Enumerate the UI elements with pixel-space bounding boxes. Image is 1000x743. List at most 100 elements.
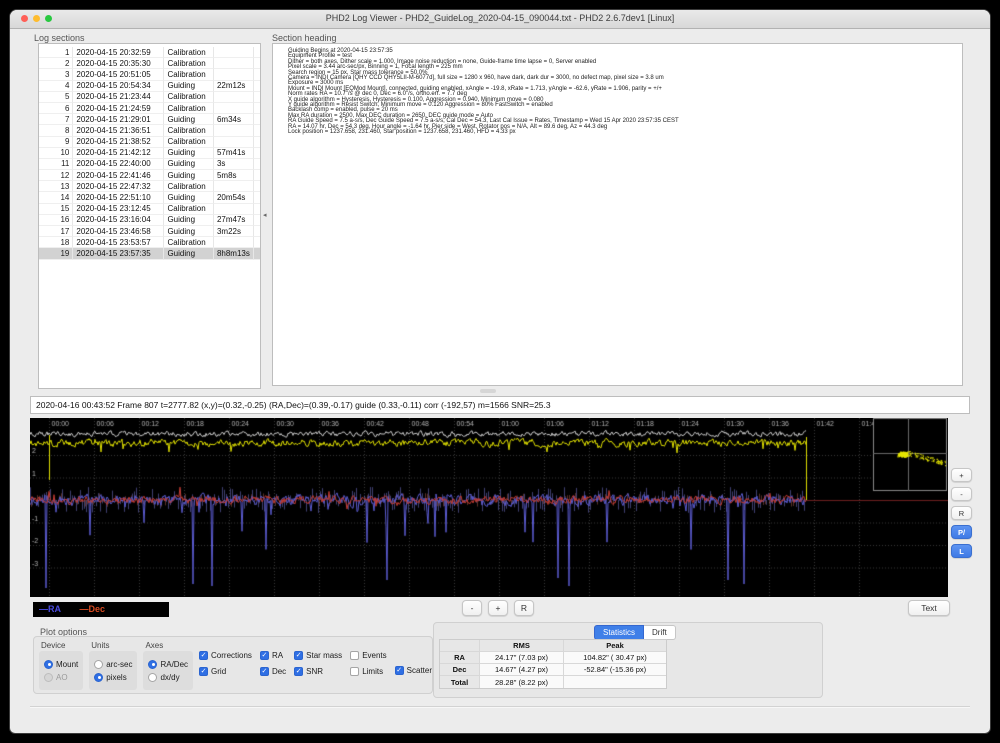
plot-options-checks: ✓Corrections✓Grid✓RA✓Dec✓Star mass✓SNREv… xyxy=(199,640,432,690)
checkbox-grid[interactable]: ✓Grid xyxy=(199,667,252,676)
checkbox-label: RA xyxy=(272,651,283,660)
log-cell-index: 18 xyxy=(39,237,73,248)
log-sections-table-body: 12020-04-15 20:32:59Calibration22020-04-… xyxy=(39,44,260,260)
log-section-row[interactable]: 72020-04-15 21:29:01Guiding6m34s xyxy=(39,114,260,125)
minimize-button[interactable] xyxy=(33,15,40,22)
log-section-row[interactable]: 62020-04-15 21:24:59Calibration xyxy=(39,103,260,114)
radio-arc-sec[interactable]: arc-sec xyxy=(94,660,132,669)
radio-icon xyxy=(94,660,103,669)
log-cell-datetime: 2020-04-15 23:46:58 xyxy=(73,226,164,237)
checkbox-star-mass[interactable]: ✓Star mass xyxy=(294,651,342,660)
vertical-zoom-in-button[interactable]: + xyxy=(951,468,972,482)
log-cell-filler xyxy=(254,137,260,148)
checkbox-scatter[interactable]: ✓Scatter xyxy=(395,666,432,675)
log-cell-duration: 20m54s xyxy=(214,192,254,203)
phd2-log-viewer-window: PHD2 Log Viewer - PHD2_GuideLog_2020-04-… xyxy=(10,10,990,733)
log-section-row[interactable]: 42020-04-15 20:54:34Guiding22m12s xyxy=(39,81,260,92)
section-heading-panel[interactable]: Guiding Begins at 2020-04-15 23:57:35Equ… xyxy=(272,43,963,386)
device-group: DeviceMountAO xyxy=(39,640,83,690)
log-section-row[interactable]: 182020-04-15 23:53:57Calibration xyxy=(39,237,260,248)
log-section-row[interactable]: 172020-04-15 23:46:58Guiding3m22s xyxy=(39,226,260,237)
radio-ra-dec[interactable]: RA/Dec xyxy=(148,660,188,669)
log-cell-duration: 57m41s xyxy=(214,148,254,159)
log-cell-duration xyxy=(214,125,254,136)
log-cell-type: Calibration xyxy=(164,69,214,80)
checkbox-limits[interactable]: Limits xyxy=(350,667,386,676)
titlebar[interactable]: PHD2 Log Viewer - PHD2_GuideLog_2020-04-… xyxy=(10,10,990,29)
vertical-reset-button[interactable]: R xyxy=(951,506,972,520)
log-section-row[interactable]: 112020-04-15 22:40:00Guiding3s xyxy=(39,159,260,170)
radio-icon xyxy=(94,673,103,682)
log-cell-filler xyxy=(254,204,260,215)
log-cell-type: Calibration xyxy=(164,237,214,248)
checkbox-snr[interactable]: ✓SNR xyxy=(294,667,342,676)
stats-peak-value: -52.84" (-15.36 px) xyxy=(564,664,666,676)
guide-graph[interactable] xyxy=(30,418,948,597)
horizontal-splitter-handle[interactable] xyxy=(480,389,496,393)
device-group-label: Device xyxy=(41,641,83,650)
log-cell-filler xyxy=(254,215,260,226)
log-section-row[interactable]: 192020-04-15 23:57:35Guiding8h8m13s xyxy=(39,248,260,259)
log-cell-index: 12 xyxy=(39,170,73,181)
log-cell-duration xyxy=(214,204,254,215)
radio-icon xyxy=(148,673,157,682)
checkbox-events[interactable]: Events xyxy=(350,651,386,660)
radio-pixels[interactable]: pixels xyxy=(94,673,132,682)
log-cell-datetime: 2020-04-15 21:23:44 xyxy=(73,92,164,103)
log-cell-datetime: 2020-04-15 21:29:01 xyxy=(73,114,164,125)
log-section-row[interactable]: 52020-04-15 21:23:44Calibration xyxy=(39,92,260,103)
vertical-zoom-out-button[interactable]: - xyxy=(951,487,972,501)
text-view-button[interactable]: Text xyxy=(908,600,950,616)
l-toggle-button[interactable]: L xyxy=(951,544,972,558)
hzoom-reset-button[interactable]: R xyxy=(514,600,534,616)
radio-mount[interactable]: Mount xyxy=(44,660,78,669)
tab-statistics[interactable]: Statistics xyxy=(594,625,644,640)
log-section-row[interactable]: 22020-04-15 20:35:30Calibration xyxy=(39,58,260,69)
radio-dx-dy[interactable]: dx/dy xyxy=(148,673,188,682)
log-cell-index: 13 xyxy=(39,181,73,192)
log-cell-type: Calibration xyxy=(164,58,214,69)
log-cell-datetime: 2020-04-15 22:40:00 xyxy=(73,159,164,170)
status-bar: 2020-04-16 00:43:52 Frame 807 t=2777.82 … xyxy=(30,396,970,414)
log-section-row[interactable]: 32020-04-15 20:51:05Calibration xyxy=(39,69,260,80)
log-cell-type: Guiding xyxy=(164,170,214,181)
log-cell-filler xyxy=(254,192,260,203)
log-cell-index: 1 xyxy=(39,47,73,58)
vertical-splitter[interactable]: ◂ xyxy=(263,43,271,386)
log-section-row[interactable]: 152020-04-15 23:12:45Calibration xyxy=(39,204,260,215)
guide-graph-canvas[interactable] xyxy=(30,418,948,597)
log-section-row[interactable]: 122020-04-15 22:41:46Guiding5m8s xyxy=(39,170,260,181)
log-cell-duration xyxy=(214,58,254,69)
checkbox-dec[interactable]: ✓Dec xyxy=(260,667,286,676)
maximize-button[interactable] xyxy=(45,15,52,22)
log-cell-index: 9 xyxy=(39,137,73,148)
log-sections-table[interactable]: 12020-04-15 20:32:59Calibration22020-04-… xyxy=(38,43,261,389)
close-button[interactable] xyxy=(21,15,28,22)
checkbox-ra[interactable]: ✓RA xyxy=(260,651,286,660)
checkbox-icon: ✓ xyxy=(260,651,269,660)
log-cell-duration: 27m47s xyxy=(214,215,254,226)
stats-row: Dec14.67" (4.27 px)-52.84" (-15.36 px) xyxy=(440,664,666,676)
hzoom-in-button[interactable]: + xyxy=(488,600,508,616)
log-section-row[interactable]: 132020-04-15 22:47:32Calibration xyxy=(39,181,260,192)
checkbox-icon: ✓ xyxy=(395,666,404,675)
checkbox-corrections[interactable]: ✓Corrections xyxy=(199,651,252,660)
log-cell-index: 3 xyxy=(39,69,73,80)
section-text: Guiding Begins at 2020-04-15 23:57:35Equ… xyxy=(273,44,962,136)
log-cell-type: Guiding xyxy=(164,81,214,92)
status-text: 2020-04-16 00:43:52 Frame 807 t=2777.82 … xyxy=(36,400,551,410)
log-section-row[interactable]: 102020-04-15 21:42:12Guiding57m41s xyxy=(39,148,260,159)
log-section-row[interactable]: 162020-04-15 23:16:04Guiding27m47s xyxy=(39,215,260,226)
log-cell-type: Calibration xyxy=(164,125,214,136)
checkbox-icon: ✓ xyxy=(294,667,303,676)
radio-icon xyxy=(44,673,53,682)
log-section-row[interactable]: 142020-04-15 22:51:10Guiding20m54s xyxy=(39,192,260,203)
p-toggle-button[interactable]: P/ xyxy=(951,525,972,539)
log-section-row[interactable]: 82020-04-15 21:36:51Calibration xyxy=(39,125,260,136)
hzoom-out-button[interactable]: - xyxy=(462,600,482,616)
log-section-row[interactable]: 92020-04-15 21:38:52Calibration xyxy=(39,137,260,148)
tab-drift[interactable]: Drift xyxy=(644,625,676,640)
log-section-row[interactable]: 12020-04-15 20:32:59Calibration xyxy=(39,47,260,58)
log-cell-datetime: 2020-04-15 21:24:59 xyxy=(73,103,164,114)
log-cell-duration: 3s xyxy=(214,159,254,170)
